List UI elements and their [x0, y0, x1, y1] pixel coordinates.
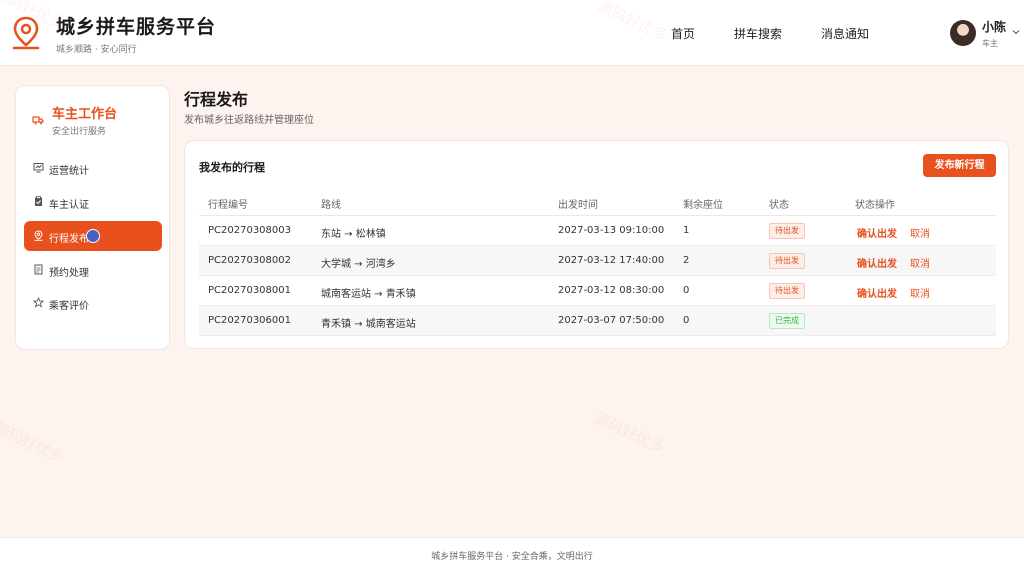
status-badge: 待出发 — [769, 253, 805, 269]
app-subtitle: 城乡顺路 · 安心同行 — [56, 45, 137, 55]
status-badge: 待出发 — [769, 223, 805, 239]
avatar[interactable] — [950, 20, 976, 46]
trip-seats: 0 — [683, 315, 690, 326]
sidebar-item-label: 预约处理 — [49, 268, 89, 279]
sidebar-item-label: 车主认证 — [49, 200, 89, 211]
location-logo-icon — [12, 16, 40, 50]
user-name[interactable]: 小陈 — [982, 18, 1006, 35]
sidebar-subtitle: 安全出行服务 — [52, 127, 107, 137]
trip-seats: 1 — [683, 225, 690, 236]
sidebar-item-statistics[interactable]: 运营统计 — [24, 153, 162, 183]
app-title: 城乡拼车服务平台 — [56, 16, 217, 38]
sidebar-title: 车主工作台 — [52, 107, 118, 122]
footer: 城乡拼车服务平台 · 安全合乘，文明出行 — [0, 537, 1024, 576]
sidebar: 车主工作台 安全出行服务 运营统计 车主认证 行程发布 预约处理 乘客评价 — [15, 85, 170, 350]
user-role: 车主 — [982, 39, 998, 48]
table-row: PC20270308003 东站 → 松林镇 2027-03-13 09:10:… — [199, 216, 996, 246]
trip-seats: 2 — [683, 255, 690, 266]
confirm-departure-button[interactable]: 确认出发 — [857, 285, 897, 300]
sidebar-item-label: 行程发布 — [49, 234, 89, 245]
status-badge: 已完成 — [769, 313, 805, 329]
publish-new-trip-button[interactable]: 发布新行程 — [923, 154, 996, 177]
column-header: 状态操作 — [855, 200, 895, 211]
page-subtitle: 发布城乡往返路线并管理座位 — [184, 115, 314, 126]
trip-route: 青禾镇 → 城南客运站 — [321, 319, 416, 330]
trip-id: PC20270306001 — [208, 315, 291, 326]
trip-time: 2027-03-12 17:40:00 — [558, 255, 665, 266]
clipboard-icon — [35, 196, 42, 206]
sidebar-item-reviews[interactable]: 乘客评价 — [24, 288, 162, 318]
trips-card: 我发布的行程 发布新行程 行程编号 路线 出发时间 剩余座位 状态 状态操作 P… — [184, 140, 1009, 349]
table-row: PC20270306001 青禾镇 → 城南客运站 2027-03-07 07:… — [199, 306, 996, 336]
watermark: 源码好优多 — [0, 418, 68, 467]
star-icon — [33, 297, 44, 308]
nav-carpool-search[interactable]: 拼车搜索 — [734, 25, 782, 42]
watermark: 源码好优多 — [591, 408, 668, 457]
column-header: 路线 — [321, 200, 341, 211]
sidebar-item-label: 运营统计 — [49, 166, 89, 177]
trip-route: 东站 → 松林镇 — [321, 229, 386, 240]
table-header: 行程编号 路线 出发时间 剩余座位 状态 状态操作 — [199, 189, 996, 216]
location-pin-icon — [34, 230, 43, 241]
card-title: 我发布的行程 — [199, 161, 265, 174]
trip-seats: 0 — [683, 285, 690, 296]
sidebar-item-bookings[interactable]: 预约处理 — [24, 255, 162, 285]
trip-route: 城南客运站 → 青禾镇 — [321, 289, 416, 300]
nav-notifications[interactable]: 消息通知 — [821, 25, 869, 42]
trip-time: 2027-03-13 09:10:00 — [558, 225, 665, 236]
document-icon — [34, 264, 43, 275]
column-header: 剩余座位 — [683, 200, 723, 211]
table-row: PC20270308002 大学城 → 河湾乡 2027-03-12 17:40… — [199, 246, 996, 276]
cancel-trip-button[interactable]: 取消 — [910, 285, 930, 300]
sidebar-item-certification[interactable]: 车主认证 — [24, 187, 162, 217]
nav-home[interactable]: 首页 — [671, 25, 695, 42]
column-header: 状态 — [769, 200, 789, 211]
sidebar-item-trip-publish[interactable]: 行程发布 — [24, 221, 162, 251]
sidebar-item-label: 乘客评价 — [49, 301, 89, 312]
top-header: 城乡拼车服务平台 城乡顺路 · 安心同行 首页 拼车搜索 消息通知 小陈 车主 — [0, 0, 1024, 66]
truck-icon — [32, 116, 44, 125]
page-title: 行程发布 — [184, 90, 249, 109]
column-header: 行程编号 — [208, 200, 248, 211]
status-badge: 待出发 — [769, 283, 805, 299]
mouse-cursor-indicator — [86, 229, 100, 243]
cancel-trip-button[interactable]: 取消 — [910, 255, 930, 270]
trip-time: 2027-03-12 08:30:00 — [558, 285, 665, 296]
confirm-departure-button[interactable]: 确认出发 — [857, 225, 897, 240]
trip-time: 2027-03-07 07:50:00 — [558, 315, 665, 326]
column-header: 出发时间 — [558, 200, 598, 211]
confirm-departure-button[interactable]: 确认出发 — [857, 255, 897, 270]
trip-id: PC20270308002 — [208, 255, 291, 266]
trip-id: PC20270308001 — [208, 285, 291, 296]
cancel-trip-button[interactable]: 取消 — [910, 225, 930, 240]
trip-route: 大学城 → 河湾乡 — [321, 259, 396, 270]
table-row: PC20270308001 城南客运站 → 青禾镇 2027-03-12 08:… — [199, 276, 996, 306]
trip-id: PC20270308003 — [208, 225, 291, 236]
chevron-down-icon[interactable] — [1011, 27, 1021, 37]
chart-icon — [33, 163, 44, 173]
